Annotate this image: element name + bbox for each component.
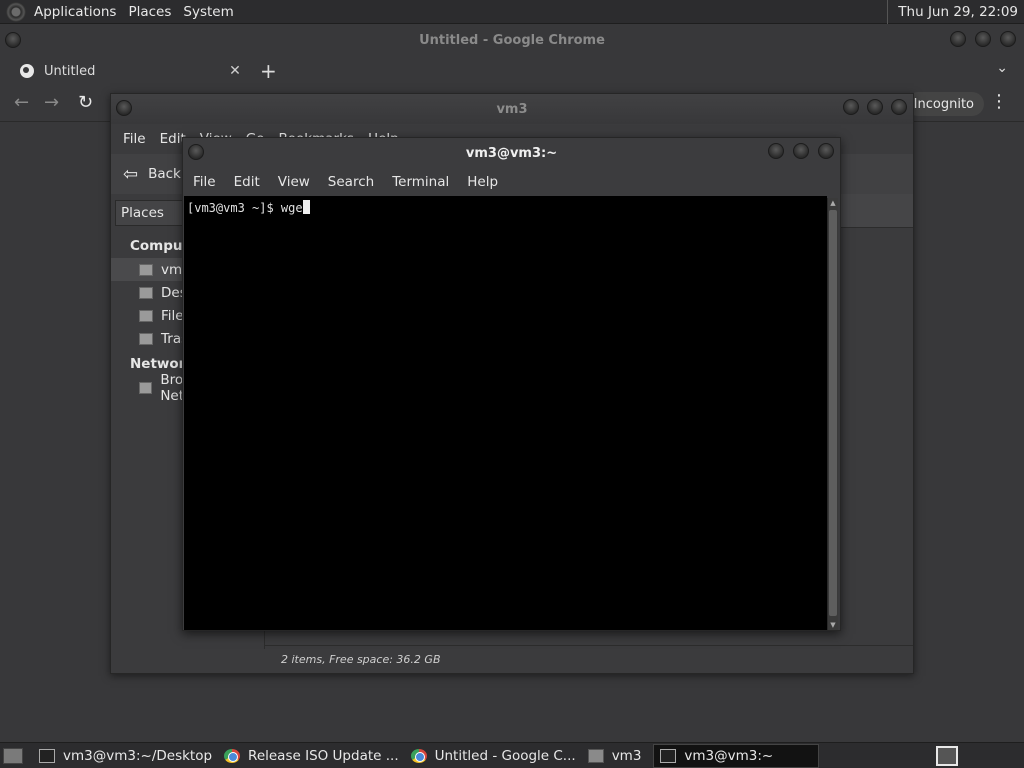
fm-menu-file[interactable]: File	[123, 131, 146, 147]
terminal-screen[interactable]: [vm3@vm3 ~]$ wge	[184, 196, 827, 630]
term-menu-edit[interactable]: Edit	[234, 174, 270, 190]
window-menu-button[interactable]	[188, 144, 204, 160]
globe-icon	[20, 64, 34, 78]
file-manager-titlebar[interactable]: vm3	[111, 94, 913, 124]
minimize-button[interactable]	[950, 31, 966, 47]
term-menu-help[interactable]: Help	[467, 174, 508, 190]
incognito-label: Incognito	[913, 96, 974, 112]
chrome-icon	[224, 748, 241, 763]
clock[interactable]: Thu Jun 29, 22:09	[887, 0, 1024, 24]
taskbar-item-chrome-untitled[interactable]: Untitled - Google C...	[405, 744, 582, 768]
top-panel: Applications Places System Thu Jun 29, 2…	[0, 0, 1024, 24]
home-folder-icon	[139, 263, 153, 276]
taskbar-item-release-iso[interactable]: Release ISO Update ...	[218, 744, 405, 768]
taskbar-item-label: Release ISO Update ...	[248, 747, 399, 764]
chrome-icon	[410, 748, 427, 763]
back-arrow-icon[interactable]: ⇦	[123, 164, 138, 185]
trash-icon	[139, 332, 153, 345]
terminal-icon	[39, 748, 55, 763]
forward-arrow-icon[interactable]: →	[44, 92, 59, 113]
chrome-titlebar[interactable]: Untitled - Google Chrome	[0, 24, 1024, 56]
terminal-titlebar[interactable]: vm3@vm3:~	[183, 138, 840, 168]
menu-applications[interactable]: Applications	[28, 4, 122, 20]
terminal-menubar: File Edit View Search Terminal Help	[183, 168, 840, 196]
back-button[interactable]: Back	[148, 166, 181, 182]
scroll-up-icon[interactable]: ▲	[828, 198, 838, 208]
workspace-switcher[interactable]	[936, 746, 958, 766]
close-button[interactable]	[1000, 31, 1016, 47]
close-icon[interactable]: ✕	[224, 63, 246, 79]
terminal-prompt: [vm3@vm3 ~]$	[187, 201, 281, 215]
term-menu-file[interactable]: File	[193, 174, 226, 190]
term-menu-view[interactable]: View	[278, 174, 320, 190]
tab-untitled[interactable]: Untitled ✕	[10, 56, 246, 86]
taskbar-item-terminal-home[interactable]: vm3@vm3:~	[653, 743, 820, 768]
window-menu-button[interactable]	[5, 32, 21, 48]
term-menu-terminal[interactable]: Terminal	[392, 174, 459, 190]
drive-icon	[139, 309, 153, 322]
scroll-down-icon[interactable]: ▼	[828, 620, 838, 630]
maximize-button[interactable]	[975, 31, 991, 47]
chevron-down-icon[interactable]: ⌄	[996, 60, 1008, 76]
desktop-icon	[139, 286, 153, 299]
scrollbar-thumb[interactable]	[829, 210, 837, 616]
term-menu-search[interactable]: Search	[328, 174, 384, 190]
more-menu-icon[interactable]: ⋮	[990, 91, 1008, 112]
taskbar-item-vm3[interactable]: vm3	[582, 744, 648, 768]
show-desktop-icon[interactable]	[3, 747, 23, 764]
taskbar-item-label: vm3	[611, 747, 642, 764]
tab-strip: Untitled ✕ + ⌄	[0, 56, 1024, 86]
terminal-input[interactable]: wge	[281, 201, 303, 215]
taskbar-item-terminal-desktop[interactable]: vm3@vm3:~/Desktop	[33, 744, 218, 768]
text-cursor	[302, 200, 310, 214]
back-arrow-icon[interactable]: ←	[14, 92, 29, 113]
status-bar: 2 items, Free space: 36.2 GB	[265, 645, 913, 673]
taskbar-item-label: vm3@vm3:~	[684, 747, 774, 764]
chrome-window-title: Untitled - Google Chrome	[419, 32, 605, 48]
network-icon	[139, 381, 153, 394]
close-button[interactable]	[891, 99, 907, 115]
applications-logo-icon[interactable]	[6, 1, 26, 22]
menu-places[interactable]: Places	[122, 4, 177, 20]
reload-icon[interactable]: ↻	[78, 92, 93, 113]
incognito-badge[interactable]: Incognito	[905, 92, 984, 116]
folder-icon	[587, 748, 604, 763]
bottom-panel: vm3@vm3:~/Desktop Release ISO Update ...…	[0, 742, 1024, 768]
menu-system[interactable]: System	[177, 4, 239, 20]
window-menu-button[interactable]	[116, 100, 132, 116]
new-tab-button[interactable]: +	[260, 59, 277, 83]
file-manager-title: vm3	[496, 101, 528, 117]
taskbar-item-label: vm3@vm3:~/Desktop	[63, 747, 213, 764]
taskbar-item-label: Untitled - Google C...	[434, 747, 576, 764]
terminal-icon	[660, 748, 677, 763]
terminal-scrollbar[interactable]: ▲ ▼	[827, 198, 838, 630]
minimize-button[interactable]	[843, 99, 859, 115]
maximize-button[interactable]	[867, 99, 883, 115]
close-button[interactable]	[818, 143, 834, 159]
maximize-button[interactable]	[793, 143, 809, 159]
tab-title: Untitled	[44, 63, 96, 79]
terminal-window: vm3@vm3:~ File Edit View Search Terminal…	[182, 137, 841, 631]
terminal-title: vm3@vm3:~	[465, 145, 558, 161]
minimize-button[interactable]	[768, 143, 784, 159]
